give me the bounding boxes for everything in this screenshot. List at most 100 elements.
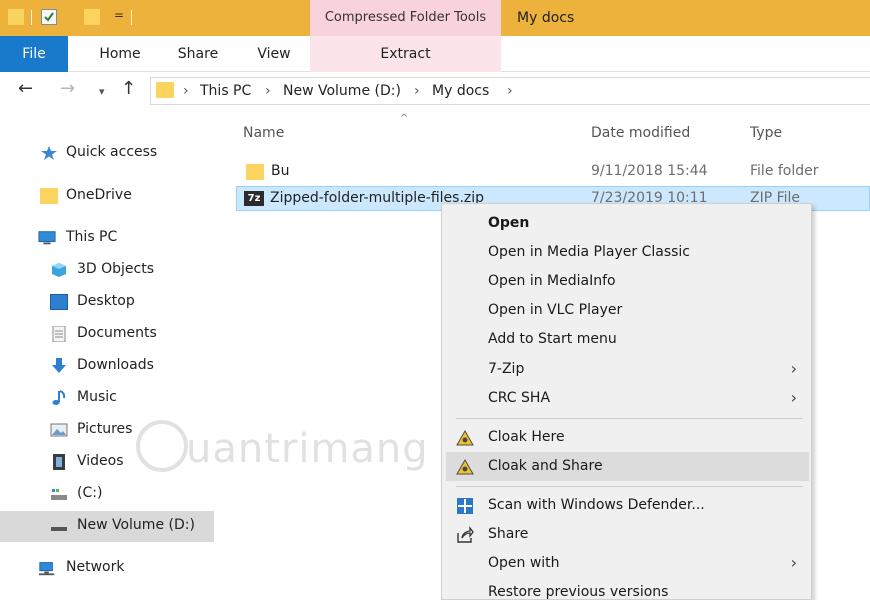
menu-item-label: CRC SHA [488,390,551,406]
nav-item-label: Network [66,559,125,575]
arrow-right-icon[interactable]: → [60,80,75,98]
menu-item-open[interactable]: Open [446,209,809,238]
menu-item-7zip[interactable]: 7-Zip › [446,355,809,384]
file-date: 9/11/2018 15:44 [591,163,708,179]
new-folder-icon[interactable] [84,9,100,25]
menu-item-label: Share [488,526,529,542]
quick-access-divider [31,10,32,25]
menu-item-scan-defender[interactable]: Scan with Windows Defender... [446,491,809,520]
film-icon [53,454,65,470]
menu-item-cloak-here[interactable]: Cloak Here [446,423,809,452]
nav-item-label: Videos [77,453,124,469]
nav-item-label: Pictures [77,421,133,437]
cube-icon [52,263,66,277]
arrow-left-icon[interactable]: ← [18,80,33,98]
nav-item-this-pc[interactable]: This PC [0,223,214,254]
menu-item-open-vlc[interactable]: Open in VLC Player [446,296,809,325]
column-header-name[interactable]: Name [243,125,284,141]
drive-icon [51,527,67,531]
chevron-right-icon: › [790,388,797,407]
menu-item-label: Add to Start menu [488,331,617,347]
sort-ascending-icon: ^ [400,113,409,124]
nav-item-downloads[interactable]: Downloads [0,351,214,382]
breadcrumb-separator: › [507,83,513,99]
menu-item-share[interactable]: Share [446,520,809,549]
chevron-down-icon[interactable]: ▾ [99,83,105,101]
drive-icon [51,489,67,500]
navigation-pane: Quick access OneDrive This PC 3D Objects… [0,118,230,600]
folder-icon [246,164,264,180]
nav-item-desktop[interactable]: Desktop [0,287,214,318]
tab-extract[interactable]: Extract [310,36,501,72]
computer-icon [38,231,56,245]
menu-item-label: Restore previous versions [488,584,669,600]
file-type: File folder [750,163,819,179]
tab-home[interactable]: Home [90,36,150,72]
menu-item-crc-sha[interactable]: CRC SHA › [446,384,809,413]
tab-share[interactable]: Share [168,36,228,72]
nav-item-label: (C:) [77,485,103,501]
folder-icon [40,188,58,204]
folder-icon [8,9,24,25]
nav-item-documents[interactable]: Documents [0,319,214,350]
table-row[interactable]: Bu 9/11/2018 15:44 File folder [236,160,870,185]
menu-item-open-mediainfo[interactable]: Open in MediaInfo [446,267,809,296]
desktop-icon [50,294,68,310]
menu-divider [456,418,803,419]
menu-item-label: Cloak and Share [488,458,603,474]
column-header-date[interactable]: Date modified [591,125,690,141]
nav-item-c-drive[interactable]: (C:) [0,479,214,510]
nav-item-quick-access[interactable]: Quick access [0,138,214,169]
column-header-type[interactable]: Type [750,125,782,141]
nav-item-label: Downloads [77,357,154,373]
cloak-icon [456,429,474,446]
arrow-up-icon[interactable]: ↑ [121,80,136,98]
file-explorer-window: = Compressed Folder Tools My docs File H… [0,0,870,600]
context-menu: Open Open in Media Player Classic Open i… [441,203,812,600]
menu-item-label: Cloak Here [488,429,565,445]
breadcrumb-separator: › [265,83,271,99]
menu-item-label: Open in MediaInfo [488,273,616,289]
nav-item-label: This PC [66,229,118,245]
menu-item-label: Scan with Windows Defender... [488,497,705,513]
nav-item-network[interactable]: Network [0,553,214,584]
breadcrumb-separator: › [183,83,189,99]
title-divider [131,10,132,25]
tab-view[interactable]: View [244,36,304,72]
tab-file[interactable]: File [0,36,68,72]
ribbon-tabs: File Home Share View Extract [0,36,870,72]
chevron-right-icon: › [790,359,797,378]
7zip-icon: 7z [244,191,264,206]
nav-item-3d-objects[interactable]: 3D Objects [0,255,214,286]
menu-item-add-to-start[interactable]: Add to Start menu [446,325,809,354]
menu-item-cloak-and-share[interactable]: Cloak and Share [446,452,809,481]
picture-icon [50,423,68,437]
nav-item-label: 3D Objects [77,261,155,277]
address-row: ← → ▾ ↑ › This PC › New Volume (D:) › My… [0,72,870,110]
menu-item-open-mpc[interactable]: Open in Media Player Classic [446,238,809,267]
nav-item-music[interactable]: Music [0,383,214,414]
nav-item-label: Quick access [66,144,158,160]
document-icon [52,326,66,342]
breadcrumb-this-pc[interactable]: This PC [200,83,251,99]
breadcrumb-my-docs[interactable]: My docs [432,83,489,99]
chevron-right-icon: › [790,553,797,572]
properties-check-icon[interactable] [41,9,57,25]
share-icon [457,526,474,543]
star-icon [41,146,57,160]
nav-item-label: New Volume (D:) [77,517,195,533]
watermark-text: uantrimang [186,426,429,472]
customize-toolbar-dropdown[interactable]: = [114,8,124,22]
breadcrumb-new-volume[interactable]: New Volume (D:) [283,83,401,99]
cloak-icon [456,458,474,475]
music-note-icon [52,390,66,405]
nav-item-onedrive[interactable]: OneDrive [0,181,214,212]
nav-item-label: Music [77,389,117,405]
menu-item-restore-versions[interactable]: Restore previous versions [446,578,809,600]
menu-item-open-with[interactable]: Open with › [446,549,809,578]
nav-item-new-volume[interactable]: New Volume (D:) [0,511,214,542]
folder-icon [156,82,174,98]
title-bar: = Compressed Folder Tools My docs [0,0,870,36]
nav-item-label: OneDrive [66,187,132,203]
network-icon [38,562,55,576]
